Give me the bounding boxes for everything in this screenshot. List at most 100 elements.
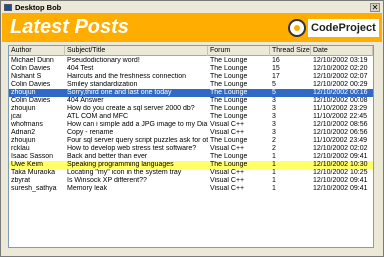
thread-size-cell: 17: [272, 73, 280, 80]
author-cell: Michael Dunn: [11, 57, 54, 64]
list-row[interactable]: Colin Davies 404 Test The Lounge 15 12/10/20…: [9, 65, 373, 73]
forum-cell: Visual C++: [210, 177, 245, 184]
date-cell: 12/10/2002 09:41: [313, 153, 368, 160]
author-cell: zhoujun: [11, 89, 36, 96]
forum-cell: The Lounge: [210, 57, 248, 64]
subject-cell: How to develop web stress test software?: [67, 145, 197, 152]
thread-size-cell: 5: [272, 89, 276, 96]
codeproject-logo: CodeProject: [288, 18, 379, 38]
subject-cell: Pseudodictionary word!: [67, 57, 140, 64]
app-icon: [4, 4, 12, 11]
thread-size-cell: 3: [272, 121, 276, 128]
author-cell: Colin Davies: [11, 97, 51, 104]
subject-cell: How can i simple add a JPG image to my D…: [67, 121, 208, 128]
author-cell: zbyrat: [11, 177, 31, 184]
author-cell: Taka Muraoka: [11, 169, 55, 176]
forum-cell: Visual C++: [210, 121, 245, 128]
thread-size-cell: 15: [272, 65, 280, 72]
list-row[interactable]: Nishant S Haircuts and the freshness conn…: [9, 73, 373, 81]
author-cell: rcklau: [11, 145, 30, 152]
author-cell: zhoujun: [11, 105, 36, 112]
date-cell: 11/10/2002 22:45: [313, 113, 367, 120]
subject-cell: Memory leak: [67, 185, 108, 192]
thread-size-cell: 3: [272, 113, 276, 120]
list-row[interactable]: Michael Dunn Pseudodictionary word! The Lo…: [9, 57, 373, 65]
logo-text: CodeProject: [308, 19, 379, 37]
subject-cell: Locating "my" icon in the system tray: [67, 169, 182, 176]
subject-cell: ATL COM and MFC: [67, 113, 129, 120]
thread-size-cell: 16: [272, 57, 280, 64]
subject-cell: Sorry,third one and last one today: [67, 89, 172, 96]
app-window: Desktop Bob ✕ Latest Posts CodeProject A…: [0, 0, 384, 257]
date-cell: 12/10/2002 10:25: [313, 169, 368, 176]
forum-cell: The Lounge: [210, 161, 248, 168]
list-row[interactable]: zhoujun Sorry,third one and last one toda…: [9, 89, 373, 97]
date-cell: 12/10/2002 08:56: [313, 121, 368, 128]
column-header-forum[interactable]: Forum: [208, 46, 270, 56]
subject-cell: Haircuts and the freshness connection: [67, 73, 187, 80]
thread-size-cell: 5: [272, 81, 276, 88]
thread-size-cell: 3: [272, 129, 276, 136]
thread-size-cell: 2: [272, 145, 276, 152]
list-row[interactable]: rcklau How to develop web stress test sof…: [9, 145, 373, 153]
date-cell: 12/10/2002 02:02: [313, 145, 368, 152]
author-cell: zhoujun: [11, 137, 36, 144]
date-cell: 12/10/2002 00:29: [313, 81, 368, 88]
date-cell: 11/10/2002 23:29: [313, 105, 367, 112]
forum-cell: The Lounge: [210, 105, 248, 112]
list-row[interactable]: Taka Muraoka Locating "my" icon in the sy…: [9, 169, 373, 177]
forum-cell: The Lounge: [210, 81, 248, 88]
forum-cell: The Lounge: [210, 97, 248, 104]
list-row[interactable]: Isaac Sasson Back and better than ever The…: [9, 153, 373, 161]
forum-cell: The Lounge: [210, 113, 248, 120]
subject-cell: Is Winsock XP different??: [67, 177, 147, 184]
thread-size-cell: 1: [272, 161, 276, 168]
list-row[interactable]: Colin Davies Smiley standardization The Lo…: [9, 81, 373, 89]
list-row[interactable]: suresh_sathya Memory leak Visual C++ 1 12/10…: [9, 185, 373, 193]
date-cell: 12/10/2002 02:07: [313, 73, 368, 80]
forum-cell: The Lounge: [210, 73, 248, 80]
author-cell: Adrian2: [11, 129, 36, 136]
thread-size-cell: 1: [272, 185, 276, 192]
subject-cell: How do you create a sql server 2000 db?: [67, 105, 195, 112]
date-cell: 12/10/2002 00:08: [313, 97, 368, 104]
forum-cell: Visual C++: [210, 129, 245, 136]
list-header: Author Subject/Title Forum Thread Size D…: [9, 46, 373, 56]
list-row[interactable]: whofmans How can i simple add a JPG image…: [9, 121, 373, 129]
list-row[interactable]: Colin Davies 404 Answer The Lounge 3 12/10/2…: [9, 97, 373, 105]
subject-cell: Copy - rename: [67, 129, 114, 136]
list-row[interactable]: jcai ATL COM and MFC The Lounge 3 11/10/2002…: [9, 113, 373, 121]
posts-list[interactable]: Author Subject/Title Forum Thread Size D…: [8, 45, 374, 248]
forum-cell: The Lounge: [210, 65, 248, 72]
title-bar[interactable]: Desktop Bob ✕: [2, 2, 382, 13]
forum-cell: The Lounge: [210, 153, 248, 160]
author-cell: whofmans: [11, 121, 43, 128]
author-cell: Uwe Keim: [11, 161, 43, 168]
column-header-thread-size[interactable]: Thread Size: [270, 46, 311, 56]
list-row[interactable]: zhoujun Four sql server query script puzz…: [9, 137, 373, 145]
date-cell: 12/10/2002 09:41: [313, 185, 368, 192]
date-cell: 12/10/2002 10:30: [313, 161, 368, 168]
list-row[interactable]: Adrian2 Copy - rename Visual C++ 3 12/10/200…: [9, 129, 373, 137]
thread-size-cell: 1: [272, 177, 276, 184]
list-row[interactable]: zbyrat Is Winsock XP different?? Visual C+…: [9, 177, 373, 185]
forum-cell: Visual C++: [210, 185, 245, 192]
banner: Latest Posts CodeProject: [2, 13, 382, 42]
page-title: Latest Posts: [10, 16, 129, 38]
list-row[interactable]: zhoujun How do you create a sql server 20…: [9, 105, 373, 113]
author-cell: suresh_sathya: [11, 185, 57, 192]
thread-size-cell: 2: [272, 137, 276, 144]
close-button[interactable]: ✕: [370, 3, 380, 12]
date-cell: 12/10/2002 09:41: [313, 177, 368, 184]
thread-size-cell: 3: [272, 105, 276, 112]
subject-cell: Four sql server query script puzzles ask…: [67, 137, 208, 144]
author-cell: Colin Davies: [11, 81, 51, 88]
column-header-author[interactable]: Author: [9, 46, 65, 56]
column-header-date[interactable]: Date: [311, 46, 373, 56]
list-row[interactable]: Uwe Keim Speaking programming languages Th…: [9, 161, 373, 169]
column-header-subject[interactable]: Subject/Title: [65, 46, 208, 56]
date-cell: 12/10/2002 03:19: [313, 57, 368, 64]
date-cell: 12/10/2002 00:16: [313, 89, 368, 96]
author-cell: jcai: [11, 113, 22, 120]
subject-cell: Back and better than ever: [67, 153, 148, 160]
